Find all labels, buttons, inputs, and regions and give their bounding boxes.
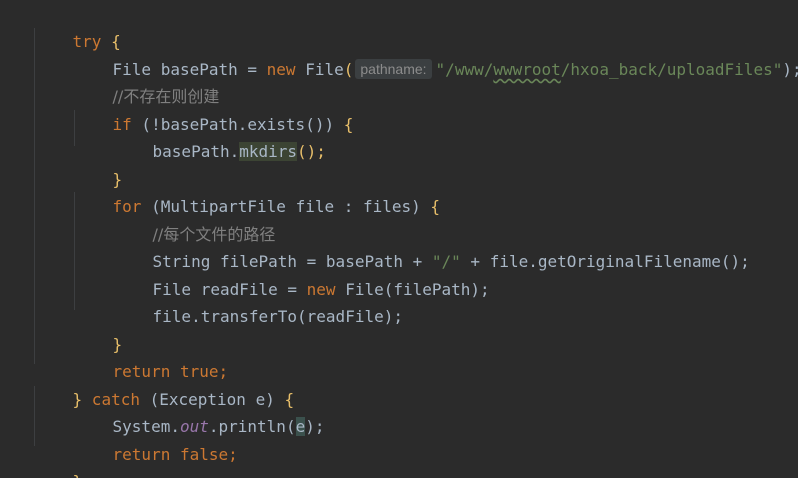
code-line-9[interactable]: String filePath = basePath + "/" + file.… — [114, 221, 750, 271]
keyword: new — [266, 60, 296, 79]
code-line-10[interactable]: File readFile = new File(filePath); — [114, 249, 490, 299]
code-line-2[interactable]: File basePath = new File(pathname: "/www/… — [74, 29, 798, 79]
brace: { — [430, 197, 441, 216]
code-text: (); — [297, 142, 326, 161]
code-line-11[interactable]: file.transferTo(readFile); — [114, 276, 403, 326]
code-line-13[interactable]: return true; — [74, 331, 229, 381]
string-literal: /hxoa_back/uploadFiles" — [560, 60, 783, 79]
code-line-12[interactable]: } — [74, 304, 123, 354]
code-line-17[interactable]: } — [34, 441, 83, 478]
keyword: return — [112, 445, 171, 464]
code-line-15[interactable]: System.out.println(e); — [74, 386, 324, 436]
code-text: ; — [228, 445, 238, 464]
keyword: false — [170, 445, 229, 464]
code-text: ); — [782, 60, 798, 79]
string-literal: "/www/ — [435, 60, 494, 79]
code-text: basePath. — [152, 142, 240, 161]
paren: ( — [343, 60, 354, 79]
code-editor[interactable]: try { File basePath = new File(pathname:… — [0, 0, 798, 478]
code-text: + file.getOriginalFilename(); — [460, 252, 750, 271]
code-line-14[interactable]: } catch (Exception e) { — [34, 359, 295, 409]
code-line-6[interactable]: } — [74, 139, 123, 189]
code-line-16[interactable]: return false; — [74, 414, 238, 464]
code-text: File — [295, 60, 344, 79]
highlighted-variable: e — [295, 417, 306, 436]
parameter-hint: pathname: — [355, 59, 432, 79]
code-line-5[interactable]: basePath.mkdirs(); — [114, 111, 326, 161]
string-literal-typo: wwwroot — [493, 60, 561, 79]
code-text: file.transferTo(readFile); — [152, 307, 403, 326]
highlighted-method: mkdirs — [239, 142, 298, 161]
code-line-3[interactable]: //不存在则创建 — [74, 56, 220, 106]
brace: } — [73, 472, 83, 478]
code-text: ); — [305, 417, 325, 436]
code-line-7[interactable]: for (MultipartFile file : files) { — [74, 166, 441, 216]
brace: { — [343, 115, 354, 134]
code-line-8[interactable]: //每个文件的路径 — [114, 194, 276, 244]
code-line-1[interactable]: try { — [34, 1, 121, 51]
code-line-4[interactable]: if (!basePath.exists()) { — [74, 84, 354, 134]
